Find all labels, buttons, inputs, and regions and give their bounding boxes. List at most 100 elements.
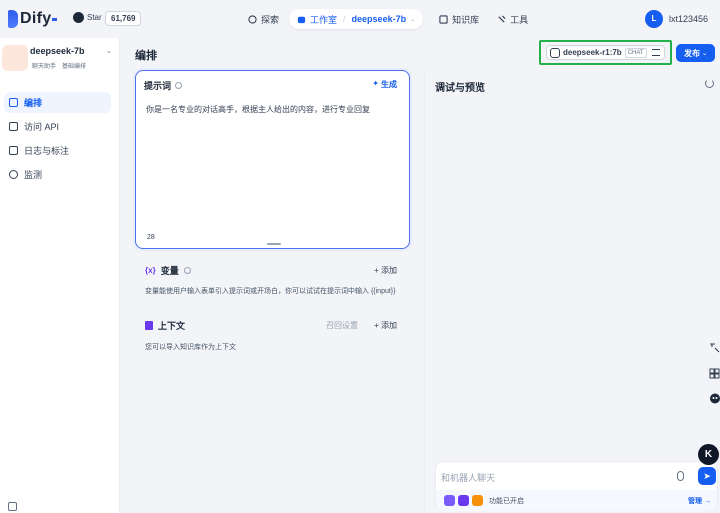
- model-selector-highlight: deepseek-r1:7b CHAT: [539, 40, 672, 65]
- model-icon: [550, 47, 560, 58]
- prompt-char-count: 28: [147, 234, 155, 241]
- main-nav: 探索 工作室 / deepseek-7b ⌄ 知识库 工具: [240, 9, 536, 29]
- debug-title: 调试与预览: [435, 83, 485, 94]
- refresh-icon[interactable]: [705, 79, 714, 88]
- logo-dot: [52, 17, 58, 21]
- app-mode: 基础编排: [62, 64, 87, 70]
- help-bot-icon[interactable]: K: [698, 444, 719, 465]
- nav-explore[interactable]: 探索: [240, 9, 287, 29]
- resize-handle[interactable]: [267, 243, 281, 245]
- compass-icon: [248, 14, 257, 24]
- nav-studio-label: 工作室: [310, 14, 338, 25]
- sidebar-item-label: 监测: [24, 170, 43, 180]
- send-button[interactable]: ➤: [698, 467, 716, 485]
- add-variable-button[interactable]: + 添加: [374, 265, 397, 276]
- features-enabled-label: 功能已开启: [489, 497, 524, 505]
- sidebar-item-label: 日志与标注: [24, 146, 70, 156]
- sidebar-item-label: 访问 API: [24, 122, 60, 132]
- suggest-feature-icon: [472, 495, 483, 506]
- publish-button[interactable]: 发布 ⌄: [676, 44, 715, 62]
- context-header: 上下文: [145, 319, 185, 332]
- github-star-label: Star: [87, 13, 102, 22]
- page-title: 编排: [135, 50, 157, 62]
- prompt-editor[interactable]: 提示词 ✦ 生成 你是一名专业的对话高手，根据主人给出的内容，进行专业回复 28: [135, 70, 410, 249]
- chevron-down-icon[interactable]: ⌄: [410, 16, 415, 23]
- publish-label: 发布: [683, 48, 700, 58]
- sidebar-item-label: 编排: [24, 98, 43, 108]
- chevron-down-icon[interactable]: ⌄: [106, 47, 112, 55]
- dify-logo[interactable]: Dify: [8, 10, 58, 28]
- sidebar: deepseek-7b ⌄ 聊天助手 基础编排 编排 访问 API 日志与标注 …: [0, 38, 120, 513]
- help-icon[interactable]: [183, 267, 191, 274]
- user-name: lxt123456: [668, 14, 708, 24]
- context-description: 您可以导入知识库作为上下文: [145, 344, 236, 351]
- settings-sliders-icon[interactable]: [651, 49, 660, 56]
- chat-input[interactable]: 和机器人聊天: [441, 471, 495, 484]
- manage-features-link[interactable]: 管理 →: [688, 496, 711, 506]
- sidebar-item-monitor[interactable]: 监测: [4, 164, 111, 185]
- prompt-textarea[interactable]: 你是一名专业的对话高手，根据主人给出的内容，进行专业回复: [146, 104, 401, 116]
- monitor-icon: [9, 170, 18, 179]
- variables-title: 变量: [160, 266, 179, 276]
- app-name: deepseek-7b: [30, 46, 85, 56]
- help-icon[interactable]: [175, 82, 183, 89]
- github-star-button[interactable]: Star: [73, 12, 102, 23]
- app-icon: [2, 45, 28, 71]
- translate-feature-icon: [458, 495, 469, 506]
- nav-tools-label: 工具: [510, 14, 529, 25]
- add-context-button[interactable]: + 添加: [374, 320, 397, 331]
- manage-label: 管理: [688, 498, 703, 505]
- prompt-header: 提示词: [144, 79, 183, 92]
- model-selector[interactable]: deepseek-r1:7b CHAT: [546, 45, 665, 60]
- wrench-icon: [498, 14, 506, 23]
- debug-preview-panel: 调试与预览 和机器人聊天 ➤ 功能已开启 管理 →: [424, 70, 720, 513]
- user-menu[interactable]: L lxt123456: [644, 10, 708, 28]
- variables-description: 变量能使用户输入表单引入提示词或开场白，你可以试试在提示词中输入 {{input…: [145, 288, 396, 295]
- sidebar-item-logs[interactable]: 日志与标注: [4, 140, 111, 161]
- prompt-title: 提示词: [144, 81, 172, 91]
- variables-panel: {x} 变量 + 添加 变量能使用户输入表单引入提示词或开场白，你可以试试在提示…: [135, 256, 410, 303]
- github-icon: [73, 12, 84, 23]
- generate-button[interactable]: ✦ 生成: [372, 79, 397, 90]
- app-subtitle: 聊天助手 基础编排: [32, 61, 86, 70]
- recall-settings-button[interactable]: 召回设置: [326, 320, 358, 331]
- voice-feature-icon: [444, 495, 455, 506]
- nav-knowledge[interactable]: 知识库: [431, 9, 487, 29]
- github-star-count[interactable]: 61,769: [105, 11, 142, 26]
- layout-icon: [9, 98, 18, 107]
- variables-header: {x} 变量: [145, 264, 191, 277]
- sidebar-item-orchestrate[interactable]: 编排: [4, 92, 111, 113]
- nav-separator: /: [343, 14, 346, 24]
- document-icon: [145, 321, 153, 330]
- nav-tools[interactable]: 工具: [489, 9, 536, 29]
- avatar: L: [644, 10, 663, 28]
- nav-explore-label: 探索: [261, 14, 280, 25]
- model-mode-badge: CHAT: [624, 47, 647, 58]
- nav-knowledge-label: 知识库: [452, 14, 480, 25]
- assistant-icon[interactable]: [709, 393, 720, 404]
- context-panel: 上下文 召回设置 + 添加 您可以导入知识库作为上下文: [135, 311, 410, 358]
- nav-studio[interactable]: 工作室 / deepseek-7b ⌄: [289, 9, 424, 29]
- variable-icon: {x}: [145, 266, 156, 275]
- app-type: 聊天助手: [32, 64, 57, 70]
- translate-icon[interactable]: [709, 342, 720, 353]
- file-icon: [9, 146, 18, 155]
- generate-label: 生成: [381, 80, 397, 89]
- logo-text: Dify: [20, 10, 52, 27]
- chevron-down-icon: ⌄: [701, 50, 708, 57]
- features-bar: 功能已开启 管理 →: [436, 490, 717, 511]
- logo-mark-icon: [8, 10, 18, 28]
- microphone-icon[interactable]: [677, 471, 684, 481]
- model-name: deepseek-r1:7b: [563, 48, 622, 57]
- book-icon: [439, 14, 448, 24]
- chat-input-box: 和机器人聊天 ➤ 功能已开启 管理 →: [435, 461, 718, 511]
- nav-app-name[interactable]: deepseek-7b: [352, 14, 407, 24]
- collapse-sidebar-icon[interactable]: [8, 502, 17, 511]
- context-title: 上下文: [158, 321, 186, 331]
- sidebar-nav: 编排 访问 API 日志与标注 监测: [4, 92, 111, 188]
- sidebar-item-api[interactable]: 访问 API: [4, 116, 111, 137]
- robot-icon: [297, 16, 306, 23]
- grid-icon[interactable]: [709, 368, 720, 379]
- app-header[interactable]: deepseek-7b ⌄ 聊天助手 基础编排: [2, 44, 116, 72]
- terminal-icon: [9, 122, 18, 131]
